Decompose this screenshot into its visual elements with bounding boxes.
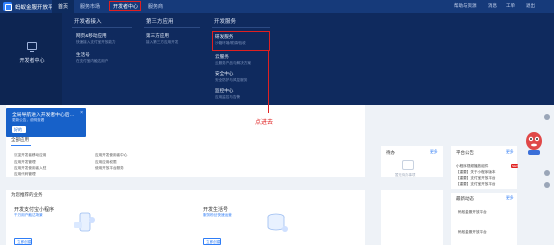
tickets-link[interactable]: 工单 [506,3,515,9]
card-subtitle: 千万用户触达场景 [14,213,43,217]
annotation-text: 点进去 [255,120,274,126]
notice-title: 全局导航进入开发者中心后… [12,113,75,118]
database-illustration-icon [267,213,288,232]
latest-item[interactable]: 蚂蚁金服开放平台 [458,210,487,215]
close-icon[interactable]: × [80,110,83,116]
notices-title: 平台公告 [456,150,474,155]
menu-item-cloud[interactable]: 云服务 [215,54,229,60]
developer-mega-menu: 开发者中心 开发者接入 网页&移动应用 快速接入支付宝开放能力 生活号 在支付宝… [0,13,554,105]
guide-notice-card: × 全局导航进入开发者中心后… 更新公告，说明查看 好的 [6,108,86,137]
todo-title: 待办 [386,150,395,155]
notices-more-link[interactable]: 更多 [506,150,514,155]
menu-item-desc: 接入第三方应用开发 [146,40,179,44]
phone-illustration-icon [74,212,95,232]
notice-ok-button[interactable]: 好的 [12,126,26,133]
logout-link[interactable]: 退出 [526,3,535,9]
card-subtitle: 服务粉丝快速运营 [203,213,232,217]
ant-logo-icon[interactable] [3,2,12,11]
quick-link[interactable]: 应用开发使用者入驻 [14,166,46,171]
latest-item[interactable]: 蚂蚁金服开放平台 [458,230,487,235]
side-panel [381,190,443,245]
quick-link[interactable]: 沉淀开发者移动应用 [14,153,46,158]
notice-item[interactable]: 小程序视频播放组件 [456,164,488,169]
menu-item-desc: 安全防护与风控服务 [215,78,248,82]
latest-title: 最新动态 [456,196,474,201]
create-miniapp-button[interactable]: 立即创建 [14,238,32,245]
developer-center-label: 开发者中心 [19,58,45,64]
my-apps-title: 全部应用 [11,137,29,142]
side-toolbar-icons[interactable] [543,113,551,193]
menu-item-web-mobile[interactable]: 网页&移动应用 [76,33,107,39]
quick-link[interactable]: 应用开发管理 [14,160,36,165]
monitor-icon [27,42,37,52]
menu-item-desc: 云服务产品与解决方案 [215,61,251,65]
annotation-line [268,51,269,113]
column-title-third-party: 第三方应用 [146,19,174,25]
recommend-panel [6,190,365,245]
menu-item-desc: 快速接入支付宝开放能力 [76,40,116,44]
divider [212,27,270,28]
quick-link[interactable]: 应用应用权限 [95,160,117,165]
quick-link[interactable]: 应用开发使用者中心 [95,153,127,158]
messages-link[interactable]: 消息 [488,3,497,9]
notice-item[interactable]: 【重要】关于小程序版本 [456,170,496,175]
quick-link[interactable]: 应用代码管理 [14,172,36,177]
menu-item-third-party[interactable]: 第三方应用 [146,33,169,39]
todo-empty-text: 暂无待办事项 [395,173,416,177]
column-title-access: 开发者接入 [74,19,102,25]
menu-item-security[interactable]: 安全中心 [215,71,233,77]
empty-inbox-icon [402,160,414,170]
recommend-title: 为您推荐的业务 [11,192,43,197]
column-title-dev-service: 开发服务 [214,19,237,25]
highlight-box [212,31,270,51]
mascot-icon[interactable] [524,127,544,157]
help-link[interactable]: 帮助与资源 [454,3,477,9]
menu-item-desc: 应用监控与告警 [215,95,241,99]
card-title: 开发生活号 [203,207,229,213]
latest-more-link[interactable]: 更多 [506,196,514,201]
top-nav-bar: 蚂蚁金服开放平台 首页 服务市场 开发者中心 服务商 帮助与资源 消息 工单 退… [0,0,554,13]
divider [72,27,132,28]
nav-item-provider[interactable]: 服务商 [148,3,163,10]
nav-item-developer-center[interactable]: 开发者中心 [109,1,141,11]
divider [144,27,200,28]
nav-item-home[interactable]: 首页 [52,0,74,13]
new-badge: NEW [511,164,519,168]
notice-item[interactable]: 【重要】支付宝开放平台 [456,176,496,181]
notice-item[interactable]: 【重要】支付宝开放平台 [456,182,496,187]
todo-more-link[interactable]: 更多 [430,150,438,155]
card-title: 开发支付宝小程序 [14,207,55,213]
menu-item-lifestyle[interactable]: 生活号 [76,52,90,58]
nav-item-market[interactable]: 服务市场 [80,3,100,10]
menu-item-monitor[interactable]: 监控中心 [215,88,233,94]
active-tab-indicator [11,145,31,146]
mega-menu-left[interactable]: 开发者中心 [0,13,62,105]
quick-link[interactable]: 使用开放平台服务 [95,166,124,171]
notice-subtitle: 更新公告，说明查看 [12,118,45,122]
menu-item-desc: 在支付宝内触达用户 [76,59,109,63]
create-lifestyle-button[interactable]: 立即创建 [203,238,221,245]
